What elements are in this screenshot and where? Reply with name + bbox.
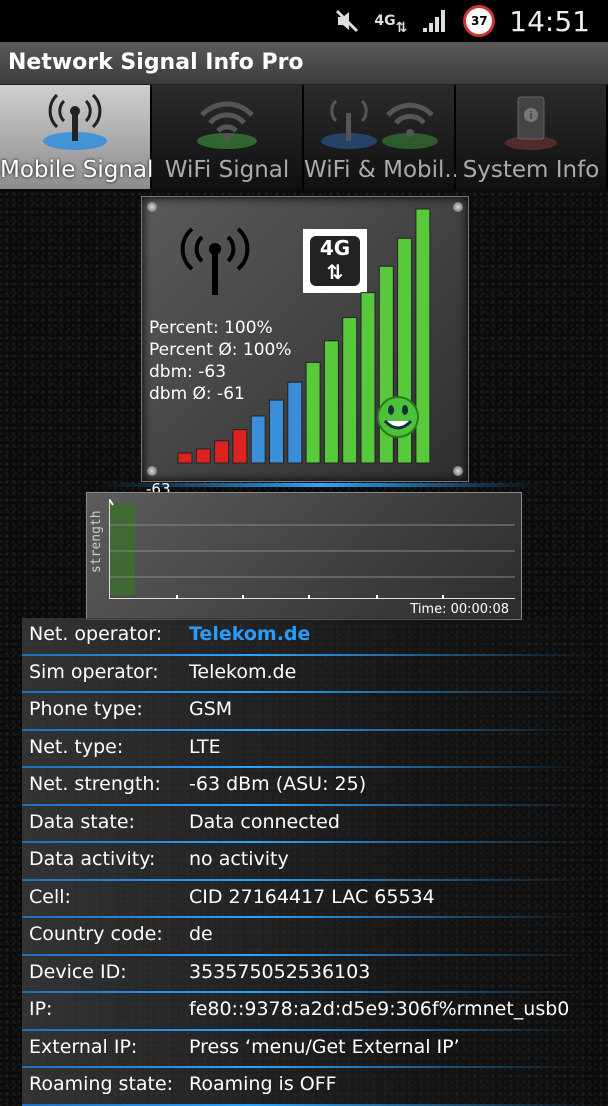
network-type-indicator: 4G ⇅ (374, 13, 408, 36)
signal-bar (323, 340, 339, 464)
wifi-icon (197, 101, 257, 149)
info-key: Phone type: (29, 698, 143, 720)
cell-signal-icon (421, 8, 449, 34)
net-operator-link[interactable]: Telekom.de (189, 623, 310, 645)
screw-icon (453, 466, 463, 476)
signal-history-graph: strength Time: 00:00:08 (86, 492, 522, 620)
info-key: Net. strength: (29, 773, 161, 795)
info-row: Device ID: 353575052536103 (22, 955, 592, 993)
info-value: Data connected (189, 810, 340, 833)
info-value: LTE (189, 735, 221, 758)
signal-bars (177, 208, 431, 464)
tab-label: WiFi Signal (164, 157, 290, 183)
battery-icon: 37 (463, 5, 496, 37)
info-key: Net. type: (29, 735, 124, 758)
clock: 14:51 (509, 4, 590, 38)
info-key: Data activity: (29, 848, 156, 870)
info-value: CID 27164417 LAC 65534 (189, 885, 435, 908)
signal-bar (214, 440, 230, 464)
mute-icon (334, 8, 360, 34)
info-row: Cell: CID 27164417 LAC 65534 (22, 880, 592, 918)
info-row: Net. type: LTE (22, 730, 592, 768)
signal-bar (232, 429, 248, 464)
info-row: Net. operator: Telekom.de (22, 618, 592, 656)
signal-bar (342, 317, 358, 464)
graph-y-label: strength (89, 510, 104, 573)
info-table: Net. operator: Telekom.de Sim operator: Tel… (22, 618, 592, 1106)
info-row: Data activity: no activity (22, 843, 592, 881)
info-value: GSM (189, 698, 233, 720)
info-key: Data state: (29, 810, 135, 833)
signal-bar (305, 361, 321, 464)
status-bar: 4G ⇅ 37 14:51 (0, 0, 608, 42)
signal-bar (287, 381, 303, 464)
tab-label: System Info (462, 157, 600, 183)
signal-bar (177, 452, 193, 464)
info-key: External IP: (29, 1035, 138, 1058)
info-row: IP: fe80::9378:a2d:d5e9:306f%rmnet_usb0 (22, 993, 592, 1031)
info-key: Net. operator: (29, 623, 163, 645)
smiley-icon (377, 396, 419, 438)
info-value: -63 dBm (ASU: 25) (189, 773, 367, 795)
phone-info-icon: i (505, 96, 557, 150)
info-key: Roaming state: (29, 1073, 174, 1095)
screw-icon (453, 202, 463, 212)
info-row: Country code: de (22, 918, 592, 956)
info-key: Cell: (29, 885, 71, 908)
tab-wifi-and-mobile[interactable]: WiFi & Mobil.. (304, 85, 460, 189)
info-row: Phone type: GSM (22, 693, 592, 731)
info-row: Data state: Data connected (22, 805, 592, 843)
wifi-and-antenna-icon (321, 99, 438, 149)
info-value: Roaming is OFF (189, 1073, 337, 1095)
graph-plot (109, 499, 515, 599)
info-key: Sim operator: (29, 660, 159, 683)
info-value: de (189, 923, 213, 945)
info-row: Sim operator: Telekom.de (22, 655, 592, 693)
info-key: IP: (29, 998, 53, 1020)
screw-icon (147, 202, 157, 212)
tab-wifi-signal[interactable]: WiFi Signal (152, 85, 304, 189)
tab-label: WiFi & Mobil.. (304, 157, 460, 183)
signal-bar (269, 399, 284, 464)
svg-text:i: i (529, 109, 532, 122)
tab-label: Mobile Signal (0, 157, 154, 183)
info-value: no activity (189, 848, 289, 870)
info-key: Device ID: (29, 960, 127, 983)
info-key: Country code: (29, 923, 163, 945)
app-title-bar: Network Signal Info Pro (0, 42, 608, 85)
info-value: Telekom.de (189, 660, 297, 683)
info-value: Press ‘menu/Get External IP’ (189, 1035, 460, 1058)
signal-bar (415, 208, 431, 464)
tab-bar: Mobile Signal WiFi Signal WiFi & Mobil..… (0, 85, 608, 189)
signal-bar (360, 292, 376, 464)
screw-icon (147, 466, 157, 476)
tab-mobile-signal[interactable]: Mobile Signal (0, 85, 154, 189)
signal-bar (195, 448, 211, 464)
signal-strength-panel: 4G ⇅ Percent: 100% Percent Ø: 100% dbm: -… (141, 196, 469, 482)
info-row: Roaming state: Roaming is OFF (22, 1068, 592, 1106)
info-value: 353575052536103 (189, 960, 371, 983)
info-value: fe80::9378:a2d:d5e9:306f%rmnet_usb0 (189, 998, 570, 1020)
signal-bar (250, 415, 266, 464)
tab-system-info[interactable]: i System Info (456, 85, 608, 189)
info-row: External IP: Press ‘menu/Get External IP’ (22, 1030, 592, 1068)
info-row: Net. strength: -63 dBm (ASU: 25) (22, 768, 592, 806)
graph-time: Time: 00:00:08 (410, 602, 509, 617)
antenna-icon (43, 93, 107, 150)
app-title: Network Signal Info Pro (8, 50, 304, 75)
